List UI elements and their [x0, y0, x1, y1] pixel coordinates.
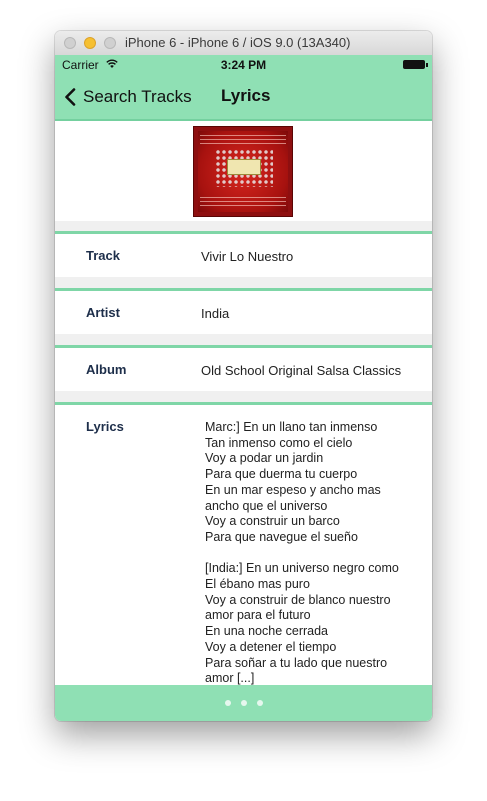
window-title: iPhone 6 - iPhone 6 / iOS 9.0 (13A340)	[125, 35, 351, 50]
window-titlebar: iPhone 6 - iPhone 6 / iOS 9.0 (13A340)	[55, 31, 432, 56]
track-value: Vivir Lo Nuestro	[201, 249, 294, 264]
artist-row: Artist India	[55, 288, 432, 334]
artist-value: India	[201, 306, 230, 321]
page-dot	[256, 700, 263, 706]
close-window-button[interactable]	[64, 37, 76, 49]
device-screen: Carrier 3:24 PM Search Tracks Lyrics Tra…	[55, 55, 432, 721]
track-row: Track Vivir Lo Nuestro	[55, 231, 432, 277]
bottom-bar	[55, 685, 432, 721]
album-label: Album	[86, 362, 127, 377]
lyrics-text: Marc:] En un llano tan inmenso Tan inmen…	[205, 420, 399, 685]
details-table[interactable]: Track Vivir Lo Nuestro Artist India Albu…	[55, 121, 432, 685]
navigation-bar: Search Tracks Lyrics	[55, 75, 432, 121]
page-dot	[224, 700, 231, 706]
back-button-label: Search Tracks	[83, 87, 192, 106]
chevron-left-icon	[65, 88, 76, 106]
album-row: Album Old School Original Salsa Classics	[55, 345, 432, 391]
track-label: Track	[86, 248, 120, 263]
zoom-window-button[interactable]	[104, 37, 116, 49]
album-value: Old School Original Salsa Classics	[201, 363, 402, 378]
page-dot	[240, 700, 247, 706]
simulator-window: iPhone 6 - iPhone 6 / iOS 9.0 (13A340) C…	[55, 31, 432, 721]
minimize-window-button[interactable]	[84, 37, 96, 49]
status-bar: Carrier 3:24 PM	[55, 55, 432, 75]
page-title: Lyrics	[221, 86, 271, 105]
page-indicator[interactable]	[55, 700, 432, 706]
album-art	[193, 126, 293, 217]
artist-label: Artist	[86, 305, 120, 320]
album-art-cell	[55, 121, 432, 221]
status-time: 3:24 PM	[220, 58, 267, 72]
battery-icon	[403, 60, 428, 69]
lyrics-row: Lyrics Marc:] En un llano tan inmenso Ta…	[55, 402, 432, 685]
lyrics-label: Lyrics	[86, 419, 124, 434]
